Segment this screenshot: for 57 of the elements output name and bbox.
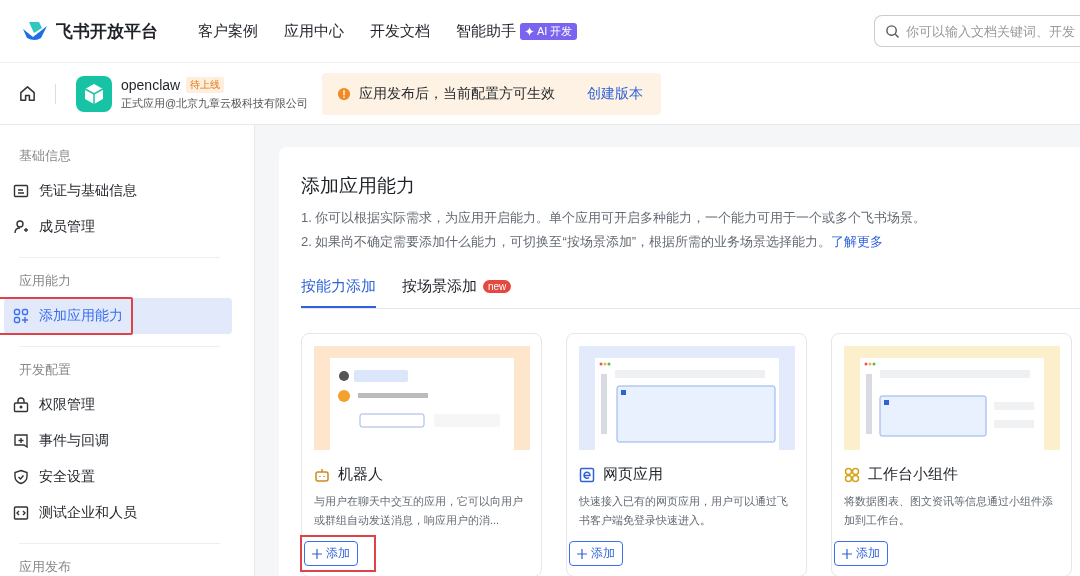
plus-icon (312, 548, 322, 559)
user-icon (13, 219, 29, 235)
sidebar-section-title: 应用能力 (18, 272, 72, 290)
home-icon[interactable] (18, 84, 37, 103)
new-badge: new (483, 280, 512, 293)
brand-name[interactable]: 飞书开放平台 (56, 19, 158, 43)
sidebar-section-title: 基础信息 (18, 147, 72, 165)
logo-icon (20, 20, 50, 42)
help-text: 2. 如果尚不确定需要添加什么能力，可切换至“按场景添加”，根据所需的业务场景选择能力。了解更多 (301, 233, 885, 251)
create-version-link[interactable]: 创建版本 (587, 84, 644, 103)
sidebar-item[interactable]: 安全设置 (4, 459, 232, 495)
app-name: openclaw (121, 76, 181, 93)
sparkle-icon (525, 26, 534, 36)
app-icon (76, 75, 112, 112)
search-field[interactable]: 你可以输入文档关键词、开发 (874, 15, 1080, 47)
sidebar-item[interactable]: 测试企业和人员 (4, 495, 232, 531)
page-title: 添加应用能力 (301, 174, 416, 198)
card-title: 工作台小组件 (868, 465, 958, 484)
sidebar-item[interactable]: 成员管理 (4, 209, 232, 245)
code-icon (13, 505, 29, 521)
plus-icon (842, 548, 852, 559)
robot-icon (314, 466, 330, 483)
card-title: 机器人 (338, 465, 383, 484)
ai-badge: AI 开发 (520, 22, 578, 40)
web-icon (579, 466, 595, 483)
idcard-icon (13, 183, 29, 199)
nav-link[interactable]: 应用中心 (284, 21, 344, 41)
nav-link[interactable]: 开发文档 (370, 21, 430, 41)
add-button[interactable]: 添加 (834, 541, 888, 566)
sidebar-item[interactable]: 凭证与基础信息 (4, 173, 232, 209)
nav-link[interactable]: 智能助手 AI 开发 (456, 21, 578, 41)
learn-more-link[interactable]: 了解更多 (831, 234, 884, 249)
notice-text: 应用发布后，当前配置方可生效 (359, 84, 556, 103)
add-button[interactable]: 添加 (304, 541, 358, 566)
nav-link[interactable]: 客户案例 (198, 21, 258, 41)
sidebar-section-title: 开发配置 (18, 361, 72, 379)
apps-icon (13, 308, 29, 324)
sidebar-item[interactable]: 权限管理 (4, 387, 232, 423)
tab[interactable]: 按能力添加 (301, 277, 376, 308)
shield-icon (13, 469, 29, 485)
plus-icon (577, 548, 587, 559)
lock-icon (13, 397, 29, 413)
sidebar-item[interactable]: 事件与回调 (4, 423, 232, 459)
status-badge: 待上线 (186, 76, 225, 93)
card-title: 网页应用 (603, 465, 663, 484)
tab[interactable]: 按场景添加 new (402, 277, 512, 308)
card-description: 与用户在聊天中交互的应用，它可以向用户或群组自动发送消息，响应用户的消... (314, 494, 524, 528)
add-button[interactable]: 添加 (569, 541, 623, 566)
widget-icon (844, 466, 860, 483)
app-subtitle: 正式应用@北京九章云极科技有限公司 (121, 95, 309, 111)
help-text: 1. 你可以根据实际需求，为应用开启能力。单个应用可开启多种能力，一个能力可用于一个或多个飞书场景。 (301, 209, 928, 227)
card-description: 快速接入已有的网页应用，用户可以通过飞书客户端免登录快速进入。 (579, 494, 789, 528)
card-description: 将数据图表、图文资讯等信息通过小组件添加到工作台。 (844, 494, 1054, 528)
event-icon (13, 433, 29, 449)
search-icon (885, 23, 900, 39)
warning-icon (337, 86, 352, 101)
sidebar-section-title: 应用发布 (18, 558, 72, 576)
